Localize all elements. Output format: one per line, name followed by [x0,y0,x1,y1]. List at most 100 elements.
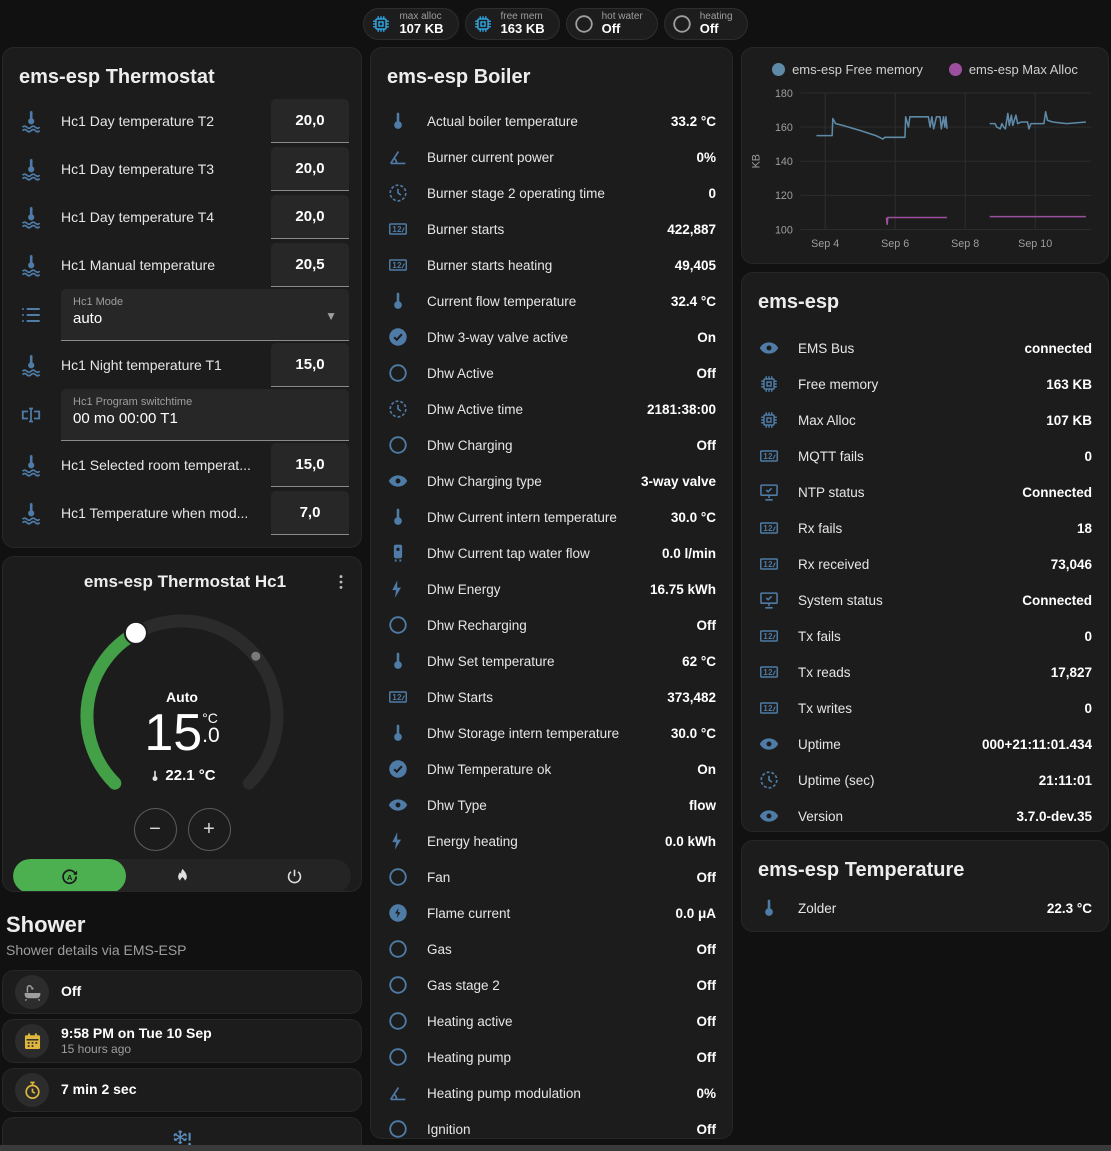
sensor-row[interactable]: 12Tx fails0 [742,618,1108,654]
circle-icon [387,434,409,456]
chart-legend: ems-esp Free memory ems-esp Max Alloc [748,56,1102,79]
clock-icon [387,398,409,420]
dial-handle[interactable] [125,622,147,644]
svg-text:2: 2 [768,524,773,533]
sensor-row[interactable]: Flame current0.0 μA [371,895,732,931]
sensor-row[interactable]: Dhw Storage intern temperature30.0 °C [371,715,732,751]
number-input[interactable]: 7,0 [271,491,349,535]
sensor-row[interactable]: 12Burner starts422,887 [371,211,732,247]
entity-label: Hc1 Night temperature T1 [61,357,271,373]
memory-chart-card[interactable]: ems-esp Free memory ems-esp Max Alloc 100… [741,47,1109,264]
svg-text:Sep 10: Sep 10 [1018,238,1052,250]
sensor-row[interactable]: Dhw Current intern temperature 30.0 °C [371,499,732,535]
sensor-label: Dhw Current intern temperature [427,510,663,525]
off-mode-button[interactable] [238,859,351,892]
sensor-row[interactable]: Free memory163 KB [742,366,1108,402]
svg-text:100: 100 [775,224,793,236]
temp-decrease-button[interactable]: − [134,808,177,851]
sensor-row[interactable]: Dhw Energy16.75 kWh [371,571,732,607]
badge-free-mem[interactable]: free mem163 KB [465,8,560,40]
auto-mode-button[interactable]: A [13,859,126,892]
sensor-row[interactable]: Dhw 3-way valve activeOn [371,319,732,355]
badge-value: Off [602,22,643,36]
sensor-row[interactable]: GasOff [371,931,732,967]
heat-mode-button[interactable] [126,859,239,892]
sensor-row[interactable]: Dhw RechargingOff [371,607,732,643]
entity-row: Hc1 Modeauto▼ [3,289,361,341]
sensor-row[interactable]: Heating pump modulation0% [371,1075,732,1111]
sensor-row[interactable]: Dhw Active time2181:38:00 [371,391,732,427]
field-value: auto [73,310,337,327]
legend-item[interactable]: ems-esp Free memory [772,62,923,77]
sensor-value: Off [697,978,717,993]
sensor-row[interactable]: Uptime (sec)21:11:01 [742,762,1108,798]
sensor-row[interactable]: Dhw ChargingOff [371,427,732,463]
sensor-row[interactable]: FanOff [371,859,732,895]
angle-icon [387,1082,409,1104]
sensor-value: 0% [696,1086,716,1101]
sensor-row[interactable]: Actual boiler temperature33.2 °C [371,103,732,139]
shower-tile[interactable]: 9:58 PM on Tue 10 Sep15 hours ago [2,1019,362,1063]
sensor-row[interactable]: Dhw Charging type3-way valve [371,463,732,499]
sensor-value: 2181:38:00 [647,402,716,417]
sensor-row[interactable]: 12MQTT fails0 [742,438,1108,474]
legend-item[interactable]: ems-esp Max Alloc [949,62,1078,77]
bottom-strip [0,1145,1111,1151]
sensor-row[interactable]: Max Alloc107 KB [742,402,1108,438]
circle-icon [387,1046,409,1068]
sensor-row[interactable]: Heating pumpOff [371,1039,732,1075]
sensor-row[interactable]: Dhw Set temperature62 °C [371,643,732,679]
text-field[interactable]: Hc1 Program switchtime00 mo 00:00 T1 [61,389,349,441]
badge-max-alloc[interactable]: max alloc107 KB [363,8,458,40]
thermostat-dial[interactable]: Auto 15°C.0 22.1 °C − + [3,593,361,845]
sensor-row[interactable]: Burner current power0% [371,139,732,175]
sensor-row[interactable]: 12Tx reads17,827 [742,654,1108,690]
sensor-row[interactable]: 12Rx fails18 [742,510,1108,546]
sensor-row[interactable]: Dhw ActiveOff [371,355,732,391]
svg-text:2: 2 [768,452,773,461]
counter-icon: 12 [387,686,409,708]
sensor-row[interactable]: Gas stage 2Off [371,967,732,1003]
shower-tile[interactable]: Off [2,970,362,1014]
sensor-row[interactable]: IgnitionOff [371,1111,732,1139]
sensor-row[interactable]: Zolder22.3 °C [742,890,1108,926]
more-options-icon[interactable] [331,571,351,593]
sensor-row[interactable]: NTP statusConnected [742,474,1108,510]
select-field[interactable]: Hc1 Modeauto▼ [61,289,349,341]
sensor-label: Tx fails [798,629,1076,644]
sensor-value: 30.0 °C [671,510,716,525]
sensor-row[interactable]: Heating activeOff [371,1003,732,1039]
counter-icon: 12 [758,661,780,683]
sensor-row[interactable]: Energy heating0.0 kWh [371,823,732,859]
sensor-row[interactable]: Current flow temperature32.4 °C [371,283,732,319]
eye-icon [387,794,409,816]
sensor-row[interactable]: Dhw Current tap water flow0.0 l/min [371,535,732,571]
shower-tile[interactable]: 7 min 2 sec [2,1068,362,1112]
clock-icon [758,769,780,791]
badge-heating[interactable]: heatingOff [664,8,748,40]
switchtime-icon [19,403,43,427]
sensor-label: Tx reads [798,665,1043,680]
sensor-row[interactable]: System statusConnected [742,582,1108,618]
sensor-row[interactable]: Dhw Typeflow [371,787,732,823]
number-input[interactable]: 15,0 [271,343,349,387]
sensor-row[interactable]: 12Rx received73,046 [742,546,1108,582]
boiler-card-title: ems-esp Boiler [371,48,732,97]
field-value: 00 mo 00:00 T1 [73,410,337,427]
sensor-row[interactable]: Version3.7.0-dev.35 [742,798,1108,832]
sensor-row[interactable]: Dhw Temperature okOn [371,751,732,787]
sensor-row[interactable]: Burner stage 2 operating time0 [371,175,732,211]
number-input[interactable]: 20,5 [271,243,349,287]
thermometer-icon [387,290,409,312]
temp-increase-button[interactable]: + [188,808,231,851]
number-input[interactable]: 20,0 [271,147,349,191]
badge-hot-water[interactable]: hot waterOff [566,8,658,40]
sensor-row[interactable]: 12Dhw Starts373,482 [371,679,732,715]
number-input[interactable]: 20,0 [271,195,349,239]
sensor-row[interactable]: EMS Busconnected [742,330,1108,366]
sensor-row[interactable]: 12Tx writes0 [742,690,1108,726]
number-input[interactable]: 15,0 [271,443,349,487]
number-input[interactable]: 20,0 [271,99,349,143]
sensor-row[interactable]: Uptime000+21:11:01.434 [742,726,1108,762]
sensor-row[interactable]: 12Burner starts heating49,405 [371,247,732,283]
